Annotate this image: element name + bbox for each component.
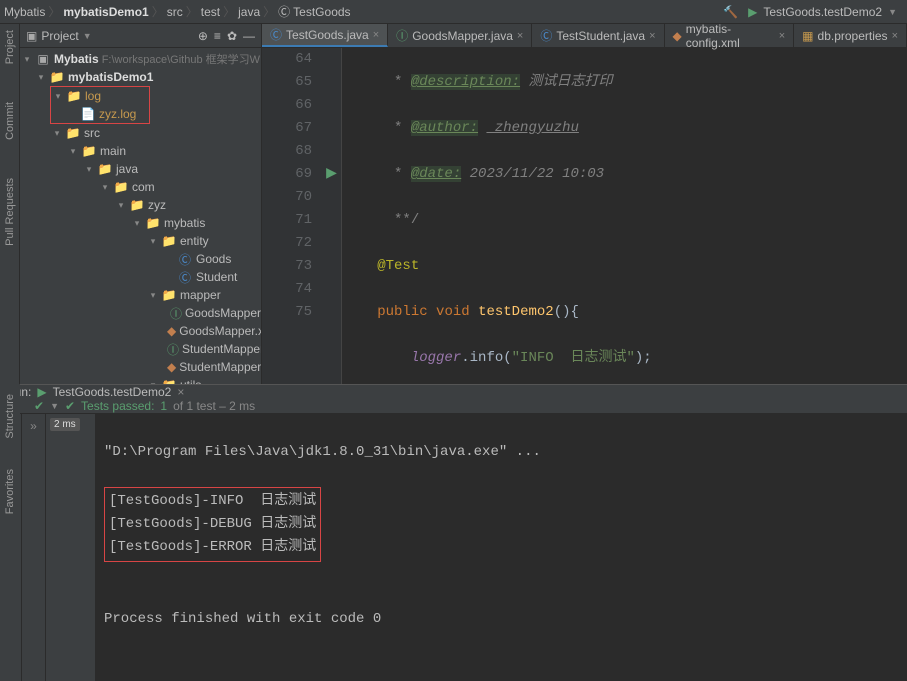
tool-favorites[interactable]: Favorites [4, 469, 16, 514]
run-icon: ▶ [748, 5, 757, 19]
test-tree[interactable]: 2 ms [46, 414, 96, 681]
test-status-bar: ✔ ▼ ✔ Tests passed: 1 of 1 test – 2 ms [0, 399, 907, 414]
tree-smx[interactable]: ◆StudentMapper [20, 358, 261, 376]
run-config-selector[interactable]: ▶ TestGoods.testDemo2 ▼ [742, 3, 903, 21]
tab-teststudent[interactable]: ⒸTestStudent.java× [532, 24, 664, 47]
tool-pull-requests[interactable]: Pull Requests [4, 174, 16, 250]
interface-icon: Ⓘ [396, 27, 408, 44]
run-body: ▶ ⟳ ■ ≡ ☰ » 2 ms "D:\Program Files\Java\… [0, 414, 907, 681]
console-output[interactable]: "D:\Program Files\Java\jdk1.8.0_31\bin\j… [96, 414, 907, 681]
project-tree[interactable]: ▾▣Mybatis F:\workspace\Github 框架学习W ▾📁my… [20, 48, 261, 384]
run-gutter-icon[interactable]: ▶ [326, 163, 337, 186]
tests-passed-count: 1 [160, 399, 167, 413]
dropdown-icon[interactable]: ▼ [83, 31, 92, 41]
settings-icon[interactable]: ✿ [227, 29, 237, 43]
tree-demo[interactable]: ▾📁mybatisDemo1 [20, 68, 261, 86]
tree-mapper[interactable]: ▾📁mapper [20, 286, 261, 304]
project-panel: ▣ Project ▼ ⊕ ≡ ✿ — ▾▣Mybatis F:\workspa… [20, 24, 262, 384]
tree-goods[interactable]: ⒸGoods [20, 250, 261, 268]
run-panel-header: Run: ▶ TestGoods.testDemo2 × [0, 385, 907, 399]
close-icon[interactable]: × [892, 30, 898, 42]
expand-icon[interactable]: ≡ [214, 29, 221, 43]
tree-entity[interactable]: ▾📁entity [20, 232, 261, 250]
tree-gmx[interactable]: ◆GoodsMapper.x [20, 322, 261, 340]
tab-dbprops[interactable]: ▦db.properties× [794, 24, 907, 47]
tree-student[interactable]: ⒸStudent [20, 268, 261, 286]
tree-log[interactable]: ▾📁log [51, 87, 149, 105]
properties-icon: ▦ [802, 29, 813, 43]
main-area: Project Commit Pull Requests ▣ Project ▼… [0, 24, 907, 384]
code-content[interactable]: * @description: 测试日志打印 * @author: zhengy… [342, 48, 907, 384]
class-icon: Ⓒ [270, 26, 282, 43]
close-icon[interactable]: × [177, 385, 184, 399]
crumb[interactable]: test [201, 5, 220, 19]
hide-icon[interactable]: — [243, 29, 255, 43]
close-icon[interactable]: × [649, 30, 655, 42]
tree-sm[interactable]: ⒾStudentMapper [20, 340, 261, 358]
class-icon: Ⓒ [540, 27, 552, 44]
tree-main[interactable]: ▾📁main [20, 142, 261, 160]
chevron-down-icon[interactable]: ▼ [50, 401, 59, 411]
console-highlight: [TestGoods]-INFO 日志测试[TestGoods]-DEBUG 日… [104, 487, 321, 562]
tool-commit[interactable]: Commit [4, 98, 16, 144]
run-icon: ▶ [37, 385, 46, 399]
tree-root[interactable]: ▾▣Mybatis F:\workspace\Github 框架学习W [20, 50, 261, 68]
tests-total: of 1 test – 2 ms [173, 399, 255, 413]
run-config-name[interactable]: TestGoods.testDemo2 [53, 385, 172, 399]
crumb[interactable]: java [238, 5, 260, 19]
tool-project[interactable]: Project [4, 26, 16, 68]
build-icon[interactable]: 🔨 [723, 5, 738, 19]
tests-passed-label: Tests passed: [81, 399, 154, 413]
tab-testgoods[interactable]: ⒸTestGoods.java× [262, 24, 388, 47]
project-title: Project [41, 29, 78, 43]
check-icon[interactable]: ✔ [34, 399, 44, 413]
tab-goodsmapper[interactable]: ⒾGoodsMapper.java× [388, 24, 532, 47]
tree-src[interactable]: ▾📁src [20, 124, 261, 142]
close-icon[interactable]: × [779, 30, 785, 42]
tree-utils[interactable]: ▾📁utils [20, 376, 261, 384]
tree-mybatis[interactable]: ▾📁mybatis [20, 214, 261, 232]
code-area[interactable]: 646566676869707172737475 ▶ * @descriptio… [262, 48, 907, 384]
console-line: Process finished with exit code 0 [104, 608, 899, 631]
left-tool-strip-bottom: Structure Favorites [0, 384, 20, 608]
tree-zyz[interactable]: ▾📁zyz [20, 196, 261, 214]
locate-icon[interactable]: ⊕ [198, 29, 208, 43]
crumb[interactable]: src [167, 5, 183, 19]
tree-com[interactable]: ▾📁com [20, 178, 261, 196]
tree-logfile[interactable]: 📄zyz.log [51, 105, 149, 123]
left-tool-strip: Project Commit Pull Requests [0, 24, 20, 384]
run-config-label: TestGoods.testDemo2 [763, 5, 882, 19]
editor-area: ⒸTestGoods.java× ⒾGoodsMapper.java× ⒸTes… [262, 24, 907, 384]
top-bar: Mybatis〉 mybatisDemo1〉 src〉 test〉 java〉 … [0, 0, 907, 24]
run-panel: Run: ▶ TestGoods.testDemo2 × ✔ ▼ ✔ Tests… [0, 384, 907, 608]
breadcrumb[interactable]: Mybatis〉 mybatisDemo1〉 src〉 test〉 java〉 … [4, 3, 719, 20]
run-tool-column-2: » [22, 414, 46, 681]
class-icon: Ⓒ [278, 3, 290, 20]
dropdown-icon: ▼ [888, 7, 897, 17]
tab-mybatis-config[interactable]: ◆mybatis-config.xml× [665, 24, 795, 47]
crumb[interactable]: mybatisDemo1 [63, 5, 148, 19]
editor-tabs: ⒸTestGoods.java× ⒾGoodsMapper.java× ⒸTes… [262, 24, 907, 48]
line-gutter: 646566676869707172737475 [262, 48, 322, 384]
console-line: "D:\Program Files\Java\jdk1.8.0_31\bin\j… [104, 441, 899, 464]
test-duration-badge: 2 ms [50, 418, 80, 431]
log-highlight: ▾📁log 📄zyz.log [50, 86, 150, 124]
gutter-marks[interactable]: ▶ [322, 48, 342, 384]
crumb[interactable]: TestGoods [293, 5, 350, 19]
project-icon: ▣ [26, 29, 37, 43]
expand-icon[interactable]: » [26, 418, 42, 434]
tool-structure[interactable]: Structure [4, 394, 16, 439]
crumb[interactable]: Mybatis [4, 5, 45, 19]
close-icon[interactable]: × [517, 30, 523, 42]
tree-java[interactable]: ▾📁java [20, 160, 261, 178]
close-icon[interactable]: × [373, 29, 379, 41]
xml-icon: ◆ [673, 29, 682, 43]
project-panel-header: ▣ Project ▼ ⊕ ≡ ✿ — [20, 24, 261, 48]
check-icon: ✔ [65, 399, 75, 413]
tree-gm[interactable]: ⒾGoodsMapper [20, 304, 261, 322]
breadcrumb-sep: 〉 [48, 3, 60, 20]
